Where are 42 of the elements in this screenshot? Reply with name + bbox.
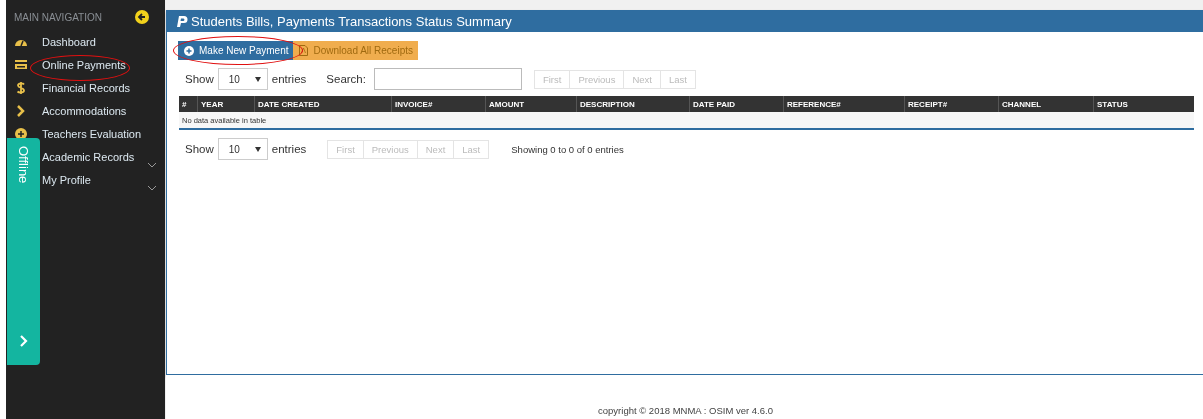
panel-title: Students Bills, Payments Transactions Status Summary: [191, 13, 512, 29]
column-header[interactable]: YEAR: [197, 96, 255, 112]
back-arrow-icon: [135, 10, 149, 24]
column-header[interactable]: REFERENCE#: [783, 96, 905, 112]
dollar-icon: [14, 80, 28, 95]
nav-item[interactable]: My Profile: [42, 168, 165, 191]
pdf-file-icon: [299, 45, 309, 56]
caret-icon: [254, 146, 261, 152]
entries-select[interactable]: 10: [217, 68, 268, 90]
column-header[interactable]: DATE CREATED: [254, 96, 392, 112]
search-field[interactable]: [373, 68, 522, 90]
chevron-down-icon: [147, 162, 157, 168]
make-payment-button[interactable]: Make New Payment: [178, 41, 294, 60]
caret-icon: [254, 76, 261, 82]
entries-label: entries: [271, 73, 307, 85]
show-label: Show: [185, 73, 214, 85]
nav-item[interactable]: Online Payments: [6, 53, 165, 76]
status-label: Offline: [16, 146, 31, 184]
column-header[interactable]: INVOICE#: [391, 96, 486, 112]
chevron-right-icon: [19, 335, 28, 347]
entries-select[interactable]: 10: [217, 138, 268, 160]
entries-label: entries: [271, 143, 307, 155]
chevron-down-icon: [147, 185, 157, 191]
nav-heading: MAIN NAVIGATION: [14, 11, 102, 23]
column-header[interactable]: DESCRIPTION: [576, 96, 690, 112]
nav-item[interactable]: Dashboard: [6, 30, 165, 53]
column-header[interactable]: RECEIPT#: [904, 96, 999, 112]
copyright-text: copyright © 2018 MNMA : OSIM ver 4.6.0: [166, 375, 1203, 419]
table-info: Showing 0 to 0 of 0 entries: [511, 143, 624, 155]
column-header[interactable]: #: [179, 96, 198, 112]
nav-item[interactable]: Academic Records: [42, 145, 165, 168]
nav-item[interactable]: Accommodations: [6, 99, 165, 122]
plus-circle-icon: [184, 45, 194, 56]
credit-card-icon: [14, 57, 28, 72]
column-header[interactable]: CHANNEL: [998, 96, 1094, 112]
column-header[interactable]: DATE PAID: [689, 96, 784, 112]
search-label: Search:: [326, 73, 366, 85]
nav-item[interactable]: Financial Records: [6, 76, 165, 99]
p-logo-icon: [176, 14, 188, 28]
column-header[interactable]: STATUS: [1093, 96, 1194, 112]
column-header[interactable]: AMOUNT: [485, 96, 577, 112]
show-label: Show: [185, 143, 214, 155]
